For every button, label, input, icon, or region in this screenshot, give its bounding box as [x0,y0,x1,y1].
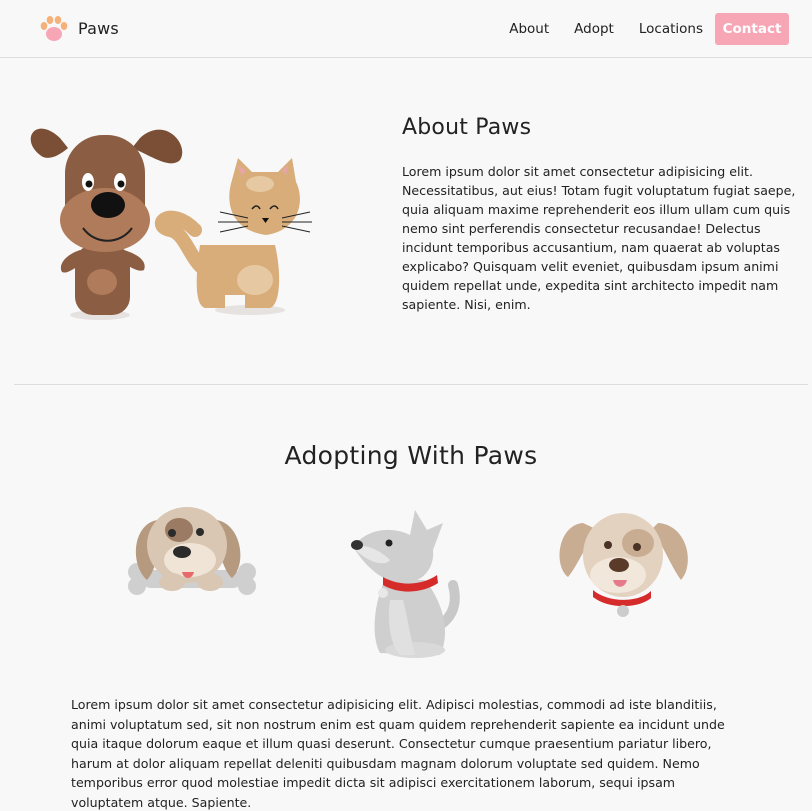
adopt-text: Lorem ipsum dolor sit amet consectetur a… [71,697,725,810]
gray-sitting-dog-illustration [345,505,470,665]
paw-icon [37,11,71,45]
puppy-head-illustration [553,505,698,625]
about-title: About Paws [402,115,532,140]
brand[interactable]: Paws [37,11,119,45]
about-text: Lorem ipsum dolor sit amet consectetur a… [402,164,796,312]
dog-and-cat-illustration [20,110,340,330]
contact-button[interactable]: Contact [715,13,789,45]
nav-links: About Adopt Locations Contact [509,13,789,45]
brand-name: Paws [78,18,119,38]
navbar: Paws About Adopt Locations Contact [0,0,812,58]
nav-link-about[interactable]: About [509,14,549,44]
nav-link-adopt[interactable]: Adopt [574,14,614,44]
adopt-title: Adopting With Paws [284,441,538,470]
puppy-with-bone-illustration [122,500,262,615]
section-divider [14,384,808,385]
nav-link-locations[interactable]: Locations [639,14,703,44]
